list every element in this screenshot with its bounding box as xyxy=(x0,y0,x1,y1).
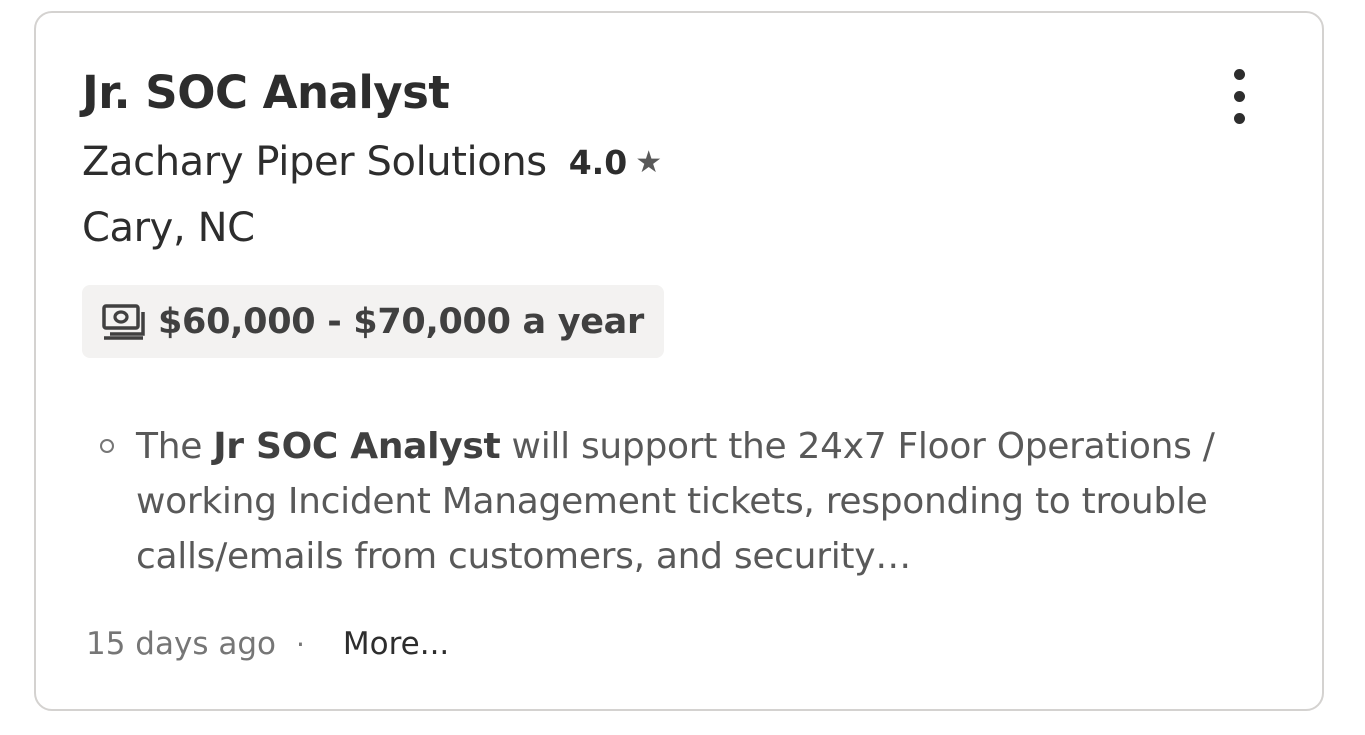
job-card[interactable]: Jr. SOC Analyst Zachary Piper Solutions … xyxy=(34,11,1324,711)
snippet-highlight: Jr SOC Analyst xyxy=(213,426,501,467)
more-vertical-icon-dot xyxy=(1234,113,1245,124)
posted-date: 15 days ago xyxy=(86,626,276,662)
more-options-button[interactable] xyxy=(1222,65,1258,129)
more-link[interactable]: More... xyxy=(343,626,449,662)
job-snippet: The Jr SOC Analyst will support the 24x7… xyxy=(100,419,1230,584)
salary-badge: $60,000 - $70,000 a year xyxy=(82,285,664,358)
snippet-prefix: The xyxy=(136,426,214,467)
job-location: Cary, NC xyxy=(82,205,255,251)
snippet-text: The Jr SOC Analyst will support the 24x7… xyxy=(136,419,1230,584)
footer-separator: · xyxy=(295,627,305,661)
star-icon: ★ xyxy=(635,144,663,180)
circle-bullet-icon xyxy=(100,439,114,453)
company-name[interactable]: Zachary Piper Solutions xyxy=(82,139,547,185)
company-row: Zachary Piper Solutions 4.0 ★ xyxy=(82,137,662,187)
job-title[interactable]: Jr. SOC Analyst xyxy=(82,65,450,121)
more-vertical-icon-dot xyxy=(1234,91,1245,102)
more-vertical-icon xyxy=(1234,69,1245,80)
money-icon xyxy=(102,303,145,340)
company-rating: 4.0 xyxy=(568,142,628,182)
salary-text: $60,000 - $70,000 a year xyxy=(158,301,644,342)
job-footer: 15 days ago · More... xyxy=(86,619,449,669)
